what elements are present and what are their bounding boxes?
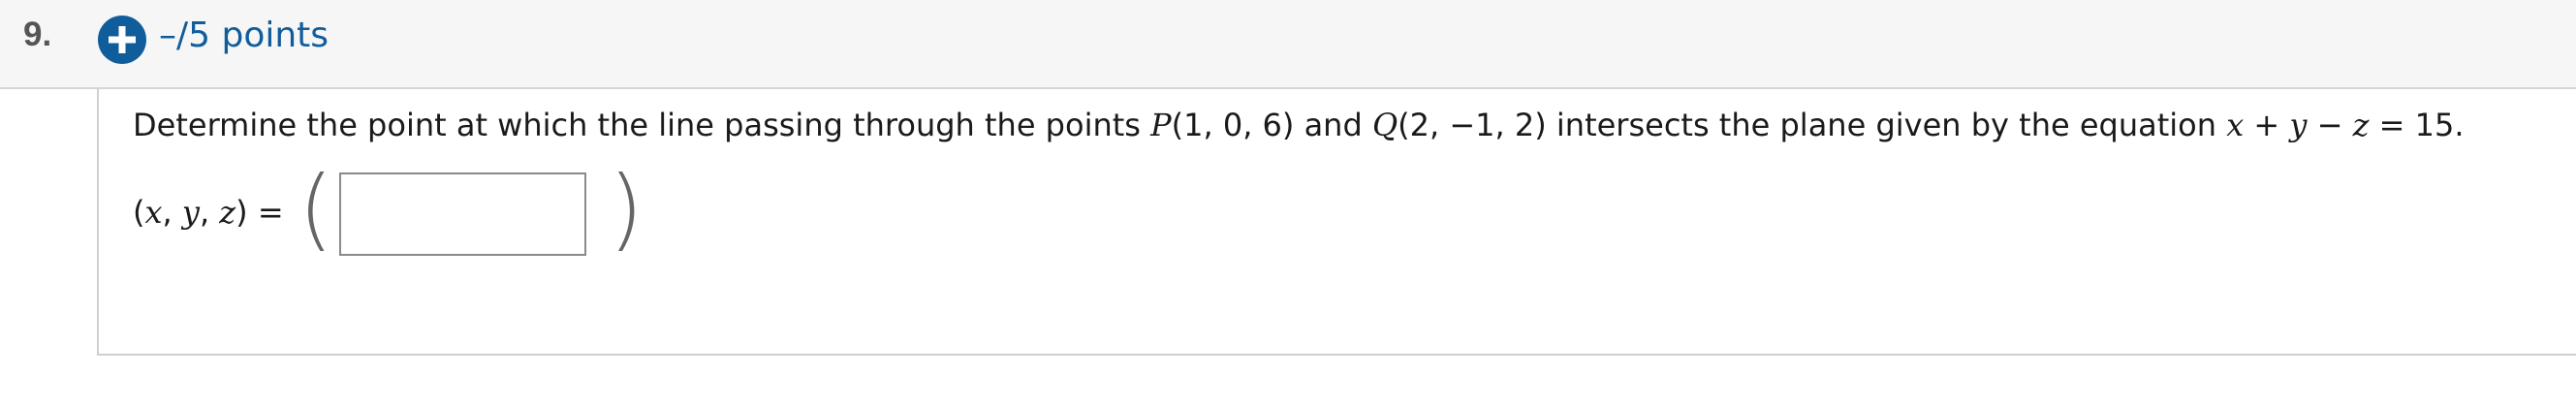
close-bracket: ) [609, 157, 644, 261]
plus-circle-icon [109, 26, 136, 53]
question-number: 9. [23, 16, 52, 53]
open-bracket: ( [298, 157, 333, 261]
answer-input[interactable] [339, 172, 586, 256]
question-text: Determine the point at which the line pa… [133, 107, 2465, 143]
expand-question-button[interactable] [98, 16, 146, 64]
points-label: –/5 points [159, 16, 330, 55]
answer-label: (x, y, z) = [133, 194, 284, 231]
question-header: 9. –/5 points [0, 0, 2576, 89]
